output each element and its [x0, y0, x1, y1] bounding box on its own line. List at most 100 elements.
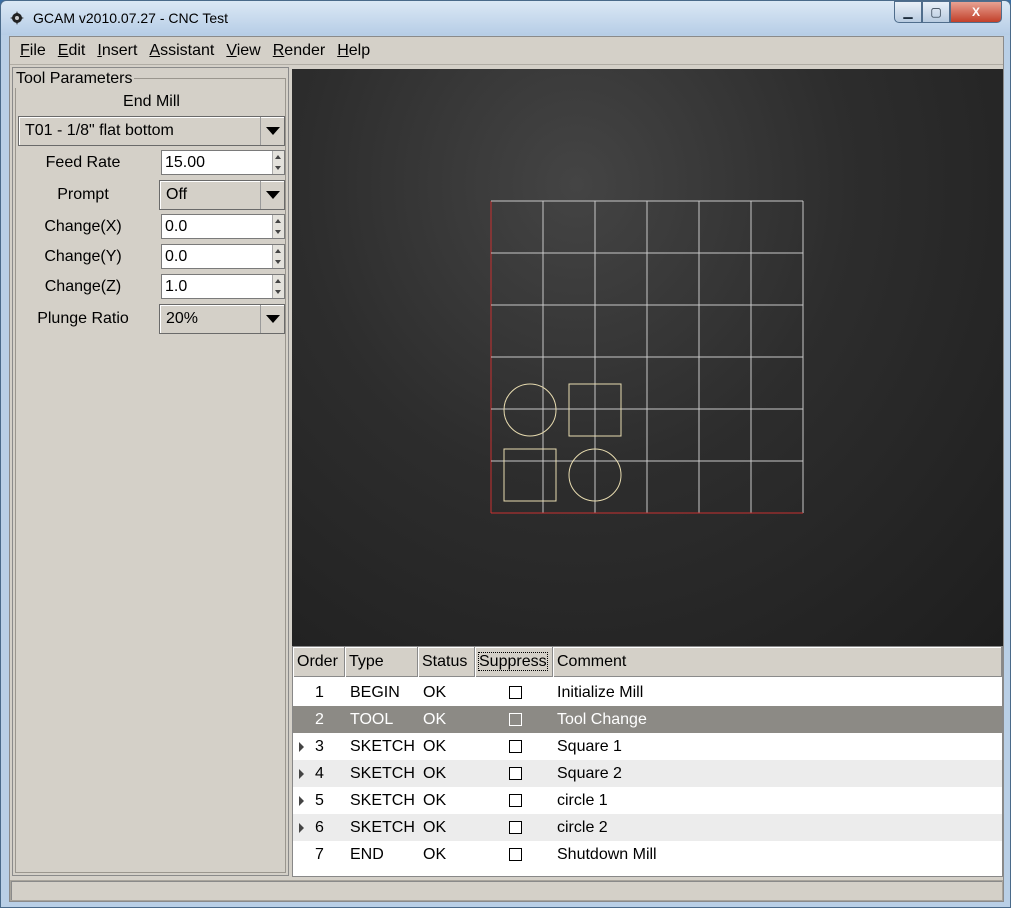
suppress-checkbox[interactable]: [509, 686, 522, 699]
column-suppress-header[interactable]: Suppress: [475, 647, 553, 677]
column-comment-header[interactable]: Comment: [553, 647, 1002, 677]
change-x-spinner[interactable]: [272, 215, 284, 238]
row-comment: Initialize Mill: [557, 684, 644, 701]
row-status: OK: [423, 846, 447, 863]
suppress-checkbox[interactable]: [509, 821, 522, 834]
row-comment: Tool Change: [557, 711, 647, 728]
client-area: File Edit Insert Assistant View Render H…: [9, 36, 1004, 902]
minimize-icon: ▁: [903, 5, 913, 19]
table-row[interactable]: 1 BEGIN OK Initialize Mill: [293, 679, 1002, 706]
spin-down-icon[interactable]: [275, 230, 281, 234]
plunge-ratio-label: Plunge Ratio: [37, 310, 129, 327]
row-status: OK: [423, 738, 447, 755]
spin-down-icon[interactable]: [275, 290, 281, 294]
group-title: Tool Parameters: [15, 70, 134, 88]
dropdown-arrow-icon[interactable]: [260, 117, 284, 145]
row-order: 4: [315, 765, 324, 782]
table-row[interactable]: 5 SKETCH OK circle 1: [293, 787, 1002, 814]
title-bar[interactable]: GCAM v2010.07.27 - CNC Test ▁ ▢ X: [1, 1, 1010, 35]
suppress-checkbox[interactable]: [509, 794, 522, 807]
change-z-value: 1.0: [165, 278, 188, 295]
row-type: SKETCH: [350, 765, 415, 782]
operations-table: Order Type Status Suppress Comment 1 BEGI…: [292, 646, 1003, 877]
window-title: GCAM v2010.07.27 - CNC Test: [33, 10, 229, 26]
row-comment: Shutdown Mill: [557, 846, 657, 863]
change-y-input[interactable]: 0.0: [161, 244, 285, 269]
row-type: TOOL: [350, 711, 394, 728]
row-comment: Square 2: [557, 765, 622, 782]
menu-bar: File Edit Insert Assistant View Render H…: [10, 37, 1003, 65]
row-type: BEGIN: [350, 684, 400, 701]
feed-rate-label: Feed Rate: [45, 154, 121, 171]
row-order: 6: [315, 819, 324, 836]
feed-rate-input[interactable]: 15.00: [161, 150, 285, 175]
tool-parameters-panel: Tool Parameters End Mill T01 - 1/8" flat…: [12, 67, 289, 876]
close-button[interactable]: X: [950, 1, 1002, 23]
expand-arrow-icon[interactable]: [299, 769, 304, 779]
suppress-checkbox[interactable]: [509, 740, 522, 753]
square-2-sketch[interactable]: [503, 448, 557, 502]
row-type: SKETCH: [350, 738, 415, 755]
prompt-label: Prompt: [57, 186, 109, 203]
menu-help[interactable]: Help: [331, 42, 376, 60]
change-y-value: 0.0: [165, 248, 188, 265]
row-order: 7: [315, 846, 324, 863]
menu-file[interactable]: File: [14, 42, 52, 60]
prompt-select[interactable]: Off: [159, 180, 285, 210]
row-status: OK: [423, 765, 447, 782]
suppress-checkbox[interactable]: [509, 713, 522, 726]
spin-up-icon[interactable]: [275, 219, 281, 223]
maximize-button[interactable]: ▢: [922, 1, 950, 23]
tool-select[interactable]: T01 - 1/8" flat bottom: [18, 116, 285, 146]
spin-down-icon[interactable]: [275, 260, 281, 264]
spin-up-icon[interactable]: [275, 279, 281, 283]
row-type: SKETCH: [350, 819, 415, 836]
change-x-label: Change(X): [44, 218, 122, 235]
row-type: END: [350, 846, 384, 863]
column-order-header[interactable]: Order: [293, 647, 345, 677]
menu-edit[interactable]: Edit: [52, 42, 92, 60]
change-z-input[interactable]: 1.0: [161, 274, 285, 299]
circle-1-sketch[interactable]: [503, 383, 557, 437]
column-type-header[interactable]: Type: [345, 647, 418, 677]
spin-up-icon[interactable]: [275, 249, 281, 253]
work-grid: [490, 200, 804, 514]
table-row[interactable]: 6 SKETCH OK circle 2: [293, 814, 1002, 841]
render-viewport[interactable]: [292, 69, 1003, 646]
change-z-spinner[interactable]: [272, 275, 284, 298]
row-type: SKETCH: [350, 792, 415, 809]
plunge-ratio-value: 20%: [166, 310, 199, 327]
close-icon: X: [971, 5, 980, 19]
change-x-value: 0.0: [165, 218, 188, 235]
menu-assistant[interactable]: Assistant: [143, 42, 220, 60]
table-row[interactable]: 3 SKETCH OK Square 1: [293, 733, 1002, 760]
menu-render[interactable]: Render: [267, 42, 331, 60]
table-row[interactable]: 4 SKETCH OK Square 2: [293, 760, 1002, 787]
app-window: GCAM v2010.07.27 - CNC Test ▁ ▢ X File E…: [0, 0, 1011, 908]
plunge-ratio-select[interactable]: 20%: [159, 304, 285, 334]
table-row[interactable]: 7 END OK Shutdown Mill: [293, 841, 1002, 868]
expand-arrow-icon[interactable]: [299, 823, 304, 833]
expand-arrow-icon[interactable]: [299, 742, 304, 752]
dropdown-arrow-icon[interactable]: [260, 181, 284, 209]
dropdown-arrow-icon[interactable]: [260, 305, 284, 333]
minimize-button[interactable]: ▁: [894, 1, 922, 23]
table-row[interactable]: 2 TOOL OK Tool Change: [293, 706, 1002, 733]
row-comment: circle 1: [557, 792, 608, 809]
expand-arrow-icon[interactable]: [299, 796, 304, 806]
suppress-checkbox[interactable]: [509, 848, 522, 861]
table-header: Order Type Status Suppress Comment: [293, 647, 1002, 677]
change-x-input[interactable]: 0.0: [161, 214, 285, 239]
feed-rate-spinner[interactable]: [272, 151, 284, 174]
suppress-checkbox[interactable]: [509, 767, 522, 780]
prompt-value: Off: [166, 186, 188, 203]
change-y-spinner[interactable]: [272, 245, 284, 268]
column-status-header[interactable]: Status: [418, 647, 475, 677]
row-order: 3: [315, 738, 324, 755]
menu-view[interactable]: View: [220, 42, 266, 60]
spin-up-icon[interactable]: [275, 155, 281, 159]
row-status: OK: [423, 684, 447, 701]
row-status: OK: [423, 819, 447, 836]
menu-insert[interactable]: Insert: [91, 42, 143, 60]
spin-down-icon[interactable]: [275, 166, 281, 170]
